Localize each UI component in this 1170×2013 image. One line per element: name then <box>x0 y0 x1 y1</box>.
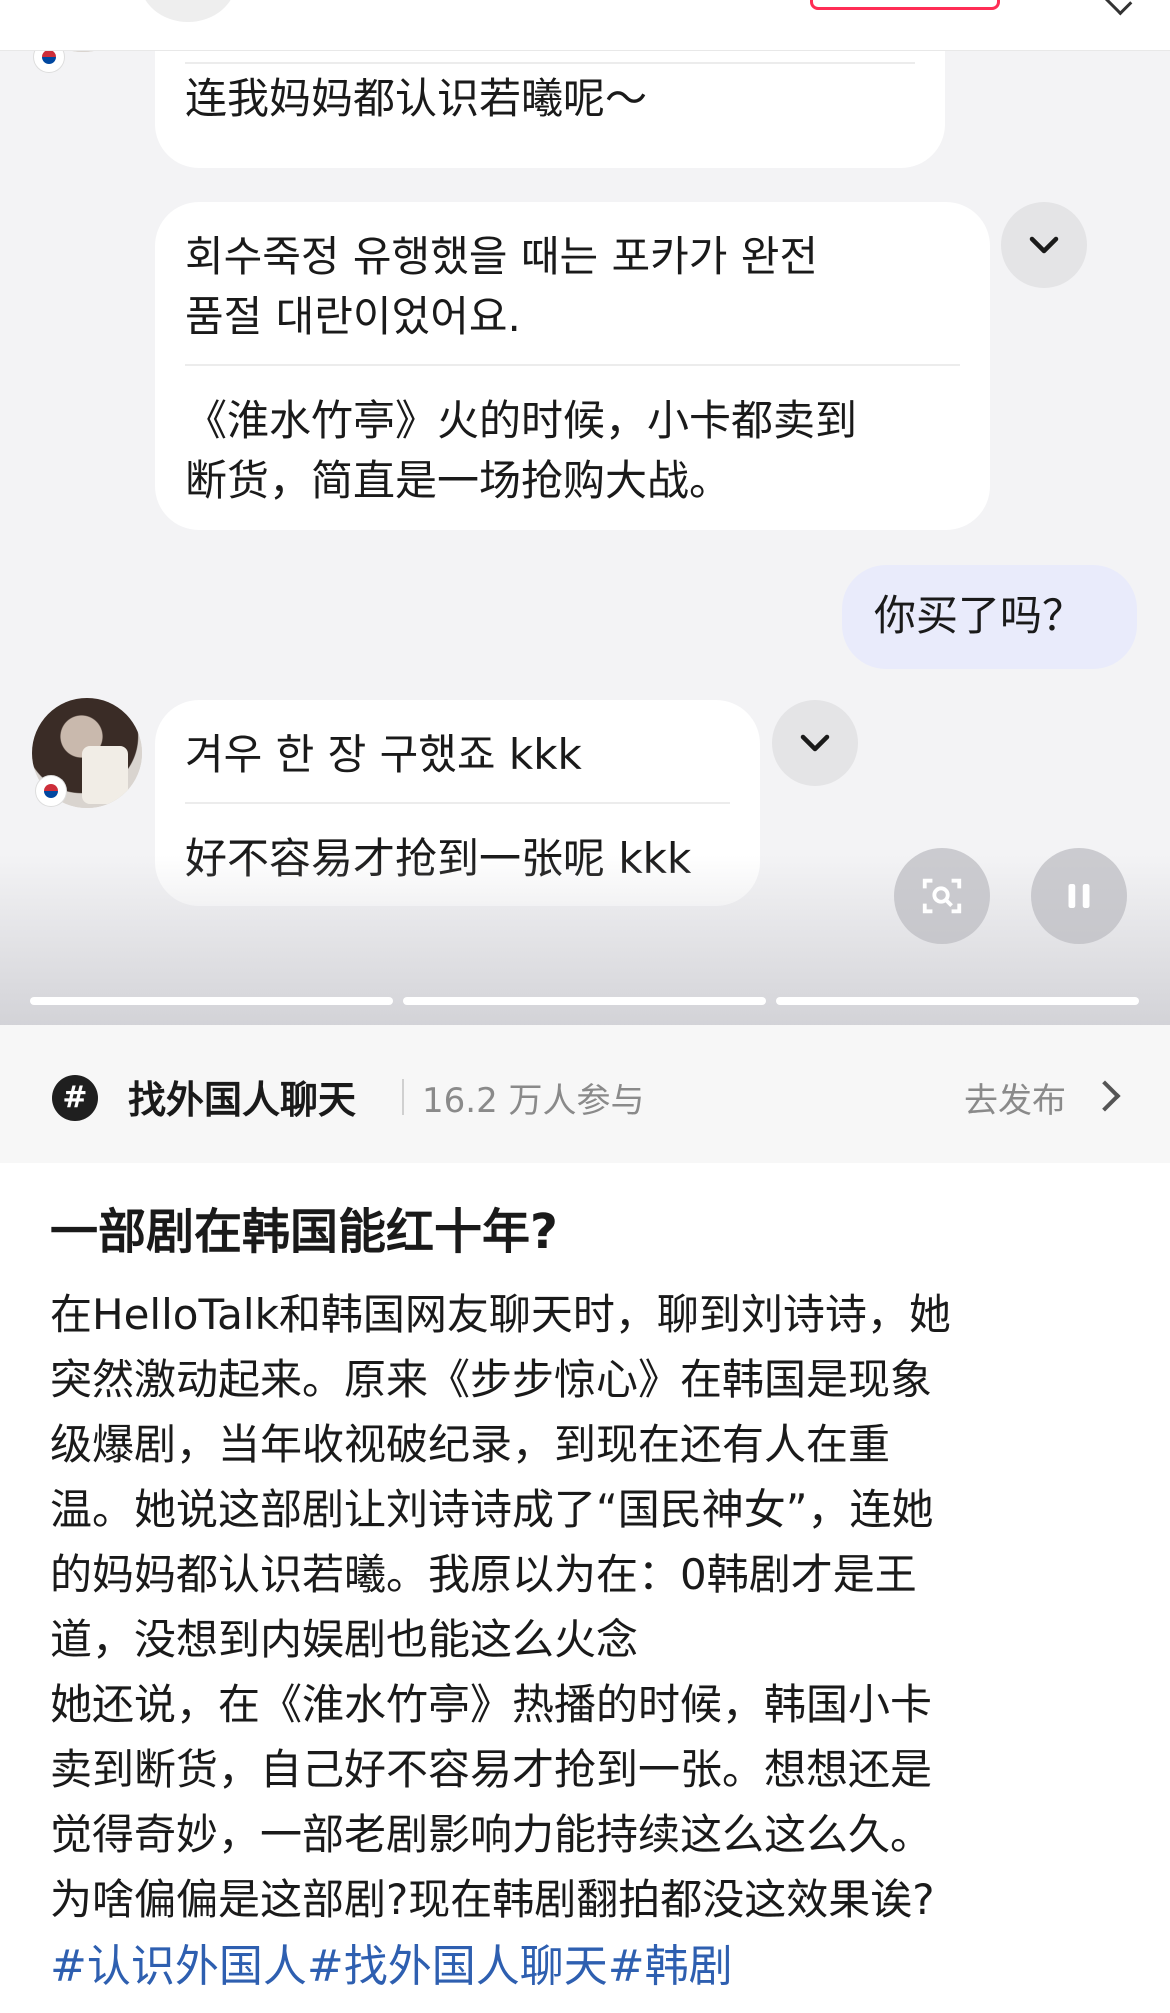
author-avatar[interactable] <box>140 0 236 22</box>
chevron-down-icon <box>800 734 830 752</box>
post-title: 一部剧在韩国能红十年? <box>50 1204 558 1260</box>
post-line: 为啥偏偏是这部剧?现在韩剧翻拍都没这效果诶? <box>50 1875 935 1924</box>
carousel-progress-3 <box>776 997 1139 1005</box>
topic-name: 找外国人聊天 <box>128 1078 357 1122</box>
post-line: 觉得奇妙，一部老剧影响力能持续这么这么久。 <box>50 1810 933 1859</box>
post-line: 级爆剧，当年收视破纪录，到现在还有人在重 <box>50 1420 891 1469</box>
hash-icon: # <box>52 1075 98 1121</box>
korea-flag-icon <box>36 776 66 806</box>
expand-button[interactable] <box>1001 202 1087 288</box>
post-line: 道，没想到内娱剧也能这么火念 <box>50 1615 639 1664</box>
post-line: 在HelloTalk和韩国网友聊天时，聊到刘诗诗，她 <box>50 1290 951 1339</box>
message-bubble[interactable]: 겨우 한 장 구했죠 kkk 好不容易才抢到一张呢 kkk <box>155 700 760 906</box>
more-icon[interactable] <box>1102 0 1133 16</box>
translation-text: 好不容易才抢到一张呢 kkk <box>185 834 692 883</box>
top-bar <box>0 0 1170 51</box>
post-line: 突然激动起来。原来《步步惊心》在韩国是现象 <box>50 1355 933 1404</box>
follow-button[interactable] <box>810 0 1000 10</box>
post-line: 温。她说这部剧让刘诗诗成了“国民神女”，连她 <box>50 1485 934 1534</box>
divider <box>402 1079 404 1115</box>
korean-text: 품절 대란이었어요. <box>185 292 521 341</box>
hashtags[interactable]: #认识外国人#找外国人聊天#韩剧 <box>50 1934 733 1999</box>
topic-bar[interactable]: # 找外国人聊天 16.2 万人参与 去发布 <box>0 1025 1170 1163</box>
chevron-down-icon <box>1029 236 1059 254</box>
message-text: 连我妈妈都认识若曦呢～ <box>185 74 648 123</box>
translation-text: 断货，简直是一场抢购大战。 <box>185 456 732 505</box>
translation-text: 《淮水竹亭》火的时候，小卡都卖到 <box>185 396 858 445</box>
post-line: 她还说，在《淮水竹亭》热播的时候，韩国小卡 <box>50 1680 933 1729</box>
carousel-progress-1 <box>30 997 393 1005</box>
carousel-progress-2 <box>403 997 766 1005</box>
korean-text: 겨우 한 장 구했죠 kkk <box>185 730 582 779</box>
my-message-bubble[interactable]: 你买了吗？ <box>842 565 1137 669</box>
message-bubble[interactable]: 회수죽정 유행했을 때는 포카가 완전 품절 대란이었어요. 《淮水竹亭》火的时… <box>155 202 990 530</box>
message-text: 你买了吗？ <box>874 591 1085 640</box>
image-search-button[interactable] <box>894 848 990 944</box>
post-body: 在HelloTalk和韩国网友聊天时，聊到刘诗诗，她 突然激动起来。原来《步步惊… <box>50 1282 1130 1932</box>
pause-button[interactable] <box>1031 848 1127 944</box>
post-line: 卖到断货，自己好不容易才抢到一张。想想还是 <box>50 1745 933 1794</box>
post-line: 的妈妈都认识若曦。我原以为在：0韩剧才是王 <box>50 1550 917 1599</box>
publish-link[interactable]: 去发布 <box>964 1073 1066 1122</box>
chevron-right-icon[interactable] <box>1089 1080 1121 1112</box>
expand-button[interactable] <box>772 700 858 786</box>
scan-search-icon <box>922 878 962 914</box>
korean-text: 회수죽정 유행했을 때는 포카가 완전 <box>185 232 819 281</box>
chat-image[interactable]: 连我妈妈都认识若曦呢～ 회수죽정 유행했을 때는 포카가 완전 품절 대란이었어… <box>0 0 1170 1025</box>
pause-icon <box>1068 884 1090 908</box>
topic-participants: 16.2 万人参与 <box>422 1081 645 1121</box>
